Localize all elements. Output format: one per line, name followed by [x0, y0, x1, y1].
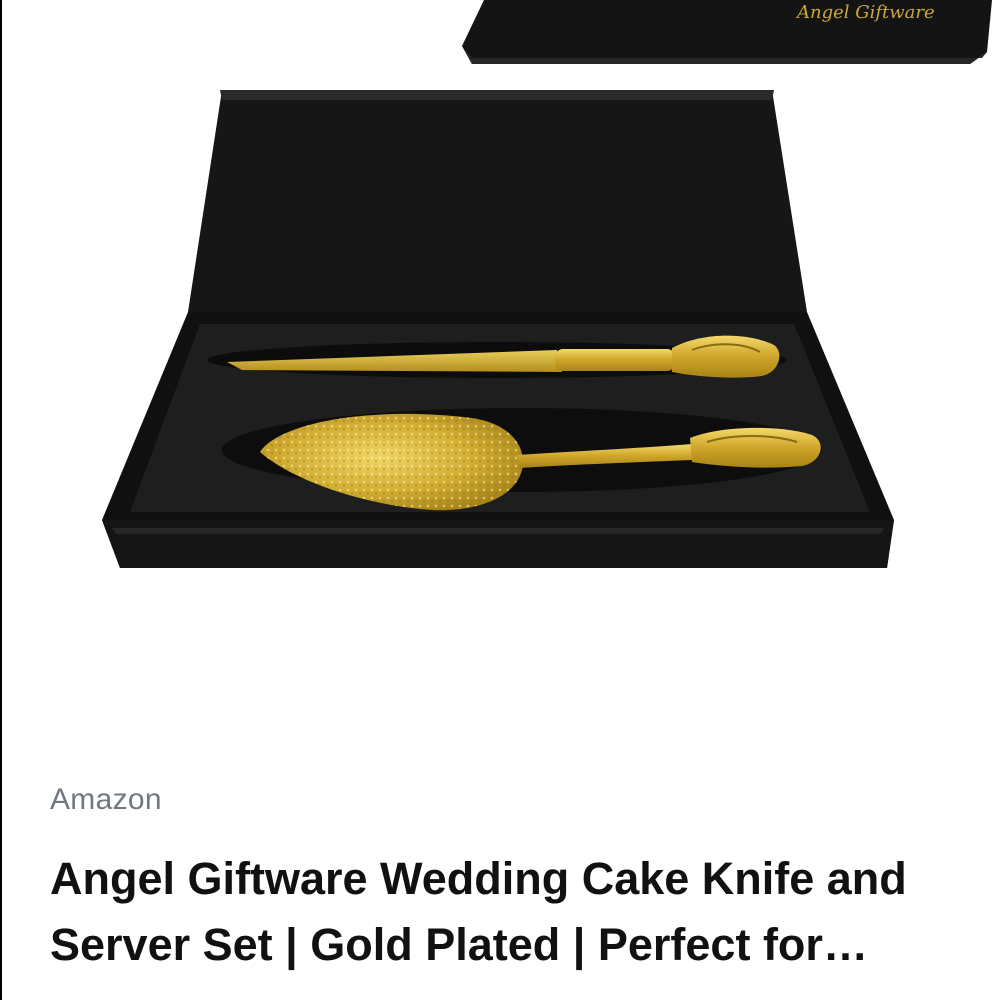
product-card[interactable]: Angel Giftware Amazon Angel Giftware Wed…	[0, 0, 1000, 1000]
product-info: Amazon Angel Giftware Wedding Cake Knife…	[50, 778, 970, 978]
store-name: Amazon	[50, 783, 162, 816]
product-title[interactable]: Angel Giftware Wedding Cake Knife and Se…	[50, 846, 970, 978]
box-brand-text: Angel Giftware	[795, 2, 935, 23]
product-image[interactable]: Angel Giftware	[2, 0, 1000, 760]
box-lid: Angel Giftware	[462, 0, 992, 64]
